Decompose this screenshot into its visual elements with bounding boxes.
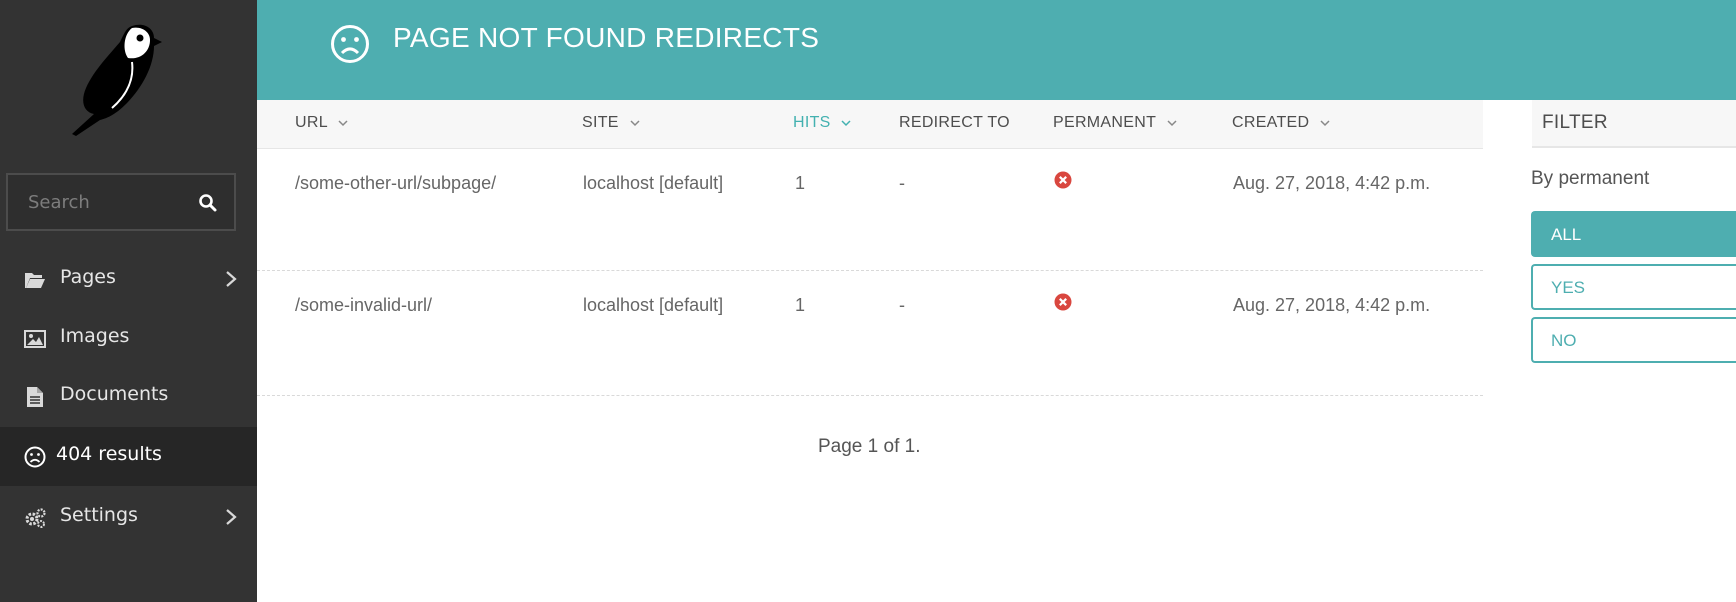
- sidebar-item-settings[interactable]: Settings: [0, 488, 257, 547]
- folder-open-icon: [25, 273, 45, 288]
- sidebar-item-images[interactable]: Images: [0, 309, 257, 368]
- column-label: REDIRECT TO: [899, 114, 1010, 131]
- sidebar-item-pages[interactable]: Pages: [0, 250, 257, 309]
- filter-option-label: YES: [1551, 278, 1586, 297]
- red-x-icon: [1054, 171, 1072, 189]
- search-box: [6, 173, 236, 231]
- sad-face-icon: [331, 25, 369, 63]
- chevron-right-icon: [226, 271, 237, 287]
- sad-face-icon: [24, 446, 46, 468]
- column-label: PERMANENT: [1053, 114, 1156, 131]
- filter-option-all[interactable]: ALL: [1531, 211, 1736, 257]
- filter-option-label: ALL: [1551, 225, 1582, 244]
- red-x-icon: [1054, 293, 1072, 311]
- column-created[interactable]: CREATED: [1232, 114, 1330, 132]
- chevron-right-icon: [226, 509, 237, 525]
- filter-title: FILTER: [1542, 112, 1608, 133]
- page-title: PAGE NOT FOUND REDIRECTS: [393, 22, 820, 53]
- sidebar-item-404-results[interactable]: 404 results: [0, 427, 257, 486]
- column-hits[interactable]: HITS: [793, 114, 851, 132]
- column-url[interactable]: URL: [295, 114, 348, 132]
- cell-url[interactable]: /some-other-url/subpage/: [295, 173, 496, 194]
- column-label: CREATED: [1232, 114, 1310, 131]
- filter-option-label: NO: [1551, 331, 1577, 350]
- filter-option-no[interactable]: NO: [1531, 317, 1736, 363]
- cell-redirect-to: -: [899, 295, 905, 315]
- cell-hits: 1: [795, 295, 806, 315]
- cell-url[interactable]: /some-invalid-url/: [295, 295, 432, 316]
- column-label: HITS: [793, 114, 831, 131]
- chevron-down-icon: [1320, 120, 1330, 126]
- wagtail-logo[interactable]: [70, 22, 166, 137]
- table-header: URL SITE HITS REDIRECT TO PERMANENT CREA…: [257, 100, 1483, 149]
- filter-subtitle: By permanent: [1531, 168, 1650, 189]
- column-label: SITE: [582, 114, 619, 131]
- cell-created: Aug. 27, 2018, 4:42 p.m.: [1233, 295, 1431, 315]
- table-row: /some-other-url/subpage/ localhost [defa…: [257, 148, 1483, 271]
- cell-created: Aug. 27, 2018, 4:42 p.m.: [1233, 173, 1431, 193]
- cell-hits: 1: [795, 173, 806, 193]
- cell-site: localhost [default]: [583, 173, 724, 193]
- sidebar-item-label: Documents: [60, 383, 169, 405]
- chevron-down-icon: [1167, 120, 1177, 126]
- sidebar-item-label: Images: [60, 325, 130, 347]
- search-input[interactable]: [8, 175, 188, 229]
- cell-redirect-to: -: [899, 173, 905, 193]
- chevron-down-icon: [841, 120, 851, 126]
- chevron-down-icon: [338, 120, 348, 126]
- sidebar-item-documents[interactable]: Documents: [0, 367, 257, 426]
- search-icon[interactable]: [198, 193, 218, 213]
- column-permanent[interactable]: PERMANENT: [1053, 114, 1177, 132]
- filter-heading: FILTER: [1532, 100, 1736, 148]
- column-site[interactable]: SITE: [582, 114, 640, 132]
- table-row: /some-invalid-url/ localhost [default] 1…: [257, 270, 1483, 396]
- sidebar: Pages Images Documents 404 results: [0, 0, 257, 602]
- cogs-icon: [25, 508, 46, 528]
- sidebar-item-label: Pages: [60, 266, 116, 288]
- pagination-text: Page 1 of 1.: [818, 436, 921, 457]
- page-header: PAGE NOT FOUND REDIRECTS: [257, 0, 1736, 100]
- column-redirect-to: REDIRECT TO: [899, 114, 1010, 132]
- cell-site: localhost [default]: [583, 295, 724, 315]
- image-icon: [24, 330, 46, 348]
- sidebar-item-label: Settings: [60, 504, 138, 526]
- filter-option-yes[interactable]: YES: [1531, 264, 1736, 310]
- chevron-down-icon: [629, 120, 640, 126]
- document-icon: [27, 387, 43, 407]
- column-label: URL: [295, 114, 328, 131]
- sidebar-item-label: 404 results: [56, 443, 162, 465]
